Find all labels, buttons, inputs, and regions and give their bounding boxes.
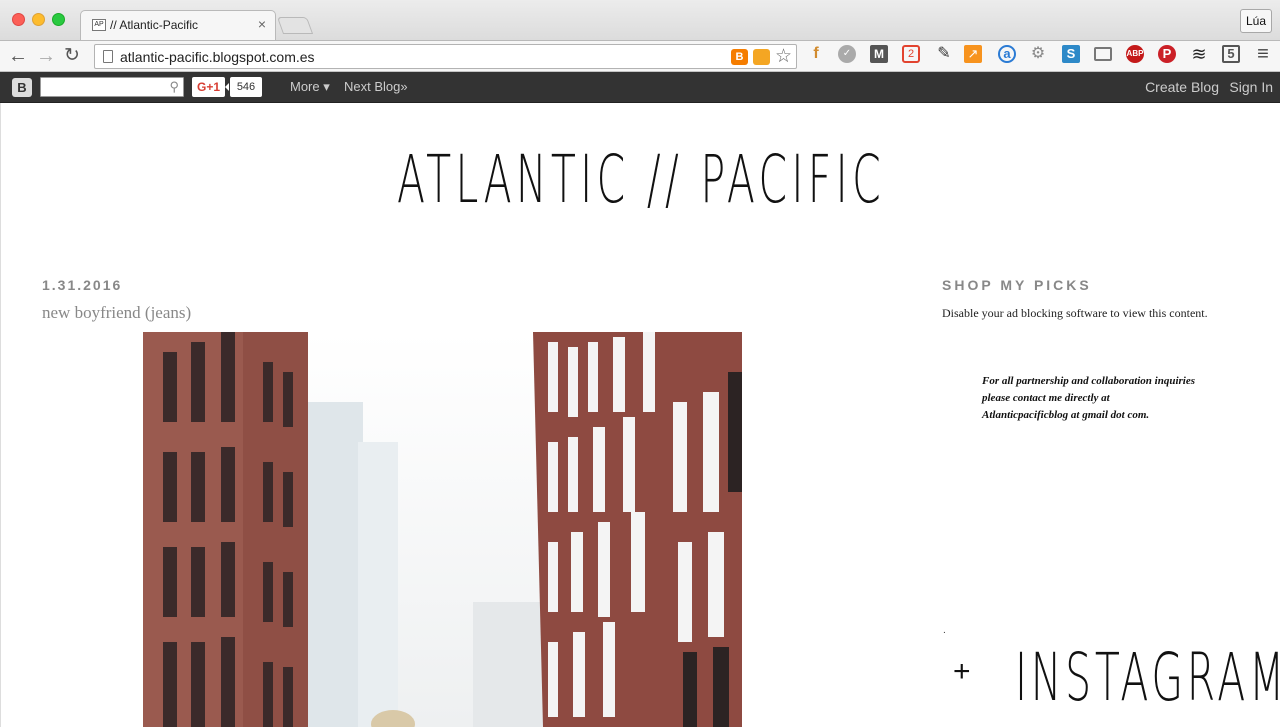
new-tab-button[interactable] [276,17,314,34]
forward-arrow-icon[interactable]: → [36,45,56,67]
minimize-window-button[interactable] [32,13,45,26]
reload-icon[interactable]: ↻ [64,45,80,67]
sidebar-dot: . [943,625,946,636]
blogger-extension-icon[interactable]: B [731,49,748,65]
instagram-heading[interactable]: INSTAGRAM [1015,639,1280,716]
block-icon[interactable]: ✓ [838,45,856,63]
adblock-icon[interactable]: ABP [1126,45,1144,63]
reader-icon[interactable]: f [807,45,825,63]
inquiry-line: Atlanticpacificblog at gmail dot com. [982,409,1150,421]
inquiry-line: For all partnership and collaboration in… [982,375,1196,387]
tab-favicon-icon: AP [92,19,106,31]
close-window-button[interactable] [12,13,25,26]
create-blog-link[interactable]: Create Blog [1145,79,1219,95]
inquiry-line: please contact me directly at [982,392,1110,404]
profile-button[interactable]: Lúa [1240,9,1272,33]
post-date: 1.31.2016 [42,277,123,293]
search-icon[interactable]: ⚲ [169,79,179,95]
layers-icon[interactable]: ≋ [1190,45,1208,63]
gplus-count: 546 [225,77,262,97]
gear-icon[interactable]: ⚙ [1029,45,1047,63]
html5-icon[interactable]: 5 [1222,45,1240,63]
chart-icon[interactable]: ↗ [964,45,982,63]
pen-icon[interactable]: ✎ [935,45,953,63]
back-arrow-icon[interactable]: ← [8,45,28,67]
m-icon[interactable]: M [870,45,888,63]
blog-search-input[interactable]: ⚲ [40,77,184,97]
blogger-logo-icon[interactable]: B [12,78,32,97]
street-photo-image [143,332,742,727]
page-content: ATLANTIC // PACIFIC 1.31.2016 new boyfri… [0,103,1280,727]
next-blog-link[interactable]: Next Blog» [344,79,408,94]
sidebar-heading: SHOP MY PICKS [942,277,1092,293]
post-title[interactable]: new boyfriend (jeans) [42,303,191,323]
tab-close-icon[interactable]: × [258,16,266,32]
badge-2-icon[interactable]: 2 [902,45,920,63]
url-text[interactable]: atlantic-pacific.blogspot.com.es [120,49,315,65]
active-tab[interactable]: AP // Atlantic-Pacific × [80,10,276,40]
more-menu-link[interactable]: More ▾ [290,79,330,95]
browser-titlebar: AP // Atlantic-Pacific × Lúa [0,0,1280,40]
instagram-plus-icon[interactable]: + [953,655,971,689]
blogger-navbar: B ⚲ G+1 546 More ▾ Next Blog» Create Blo… [0,72,1280,103]
maximize-window-button[interactable] [52,13,65,26]
address-bar[interactable]: atlantic-pacific.blogspot.com.es B ☆ [94,44,797,69]
inquiry-text: For all partnership and collaboration in… [982,373,1232,424]
bookmark-star-icon[interactable]: ☆ [775,47,792,66]
menu-icon[interactable]: ≡ [1254,44,1272,64]
a-icon[interactable]: a [998,45,1016,63]
tab-title: // Atlantic-Pacific [110,18,199,32]
cast-icon[interactable] [1094,47,1112,61]
browser-toolbar: ← → ↻ atlantic-pacific.blogspot.com.es B… [0,40,1280,72]
blog-title[interactable]: ATLANTIC // PACIFIC [244,141,1038,218]
adblock-note: Disable your ad blocking software to vie… [942,306,1208,320]
pocket-icon[interactable] [753,49,770,65]
s-icon[interactable]: S [1062,45,1080,63]
pinterest-icon[interactable]: P [1158,45,1176,63]
sign-in-link[interactable]: Sign In [1229,79,1273,95]
gplus-button[interactable]: G+1 [192,77,225,97]
post-photo[interactable] [143,332,742,727]
page-icon [103,50,113,63]
